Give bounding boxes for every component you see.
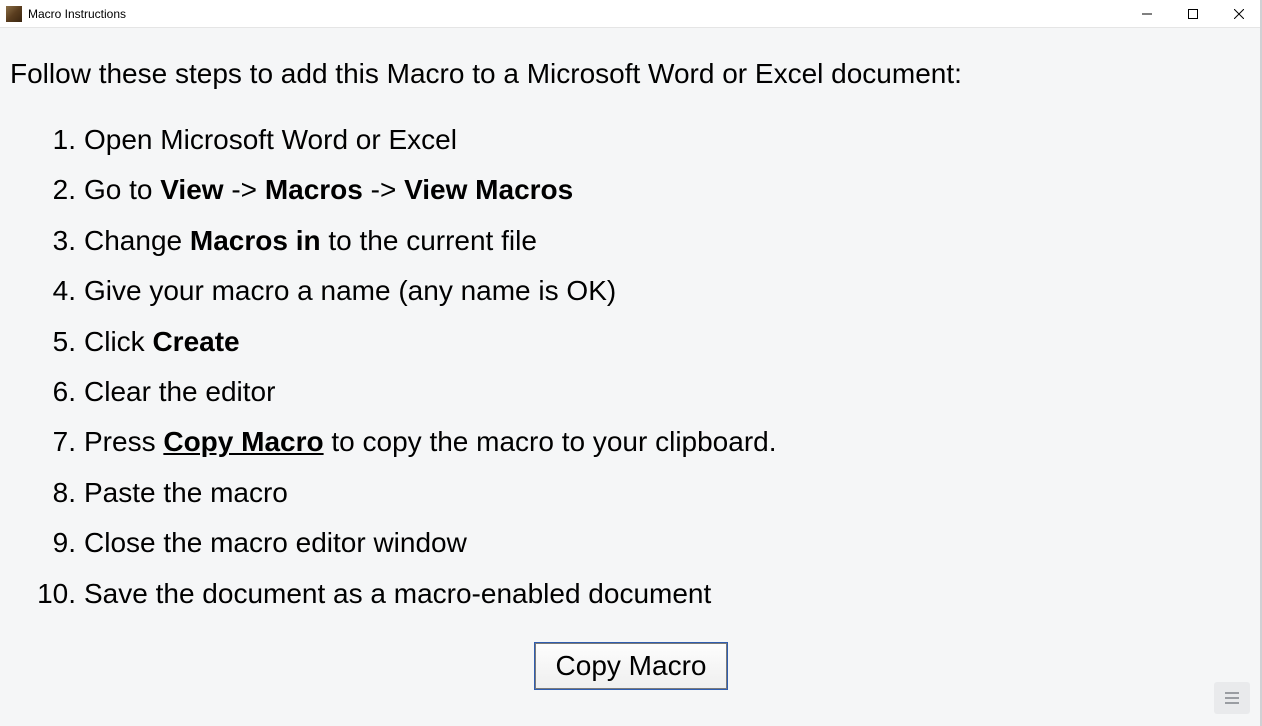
step-item: Change Macros in to the current file: [10, 216, 1252, 266]
step-item: Press Copy Macro to copy the macro to yo…: [10, 417, 1252, 467]
step-item: Close the macro editor window: [10, 518, 1252, 568]
steps-list: Open Microsoft Word or Excel Go to View …: [10, 115, 1252, 619]
intro-text: Follow these steps to add this Macro to …: [10, 56, 1252, 91]
copy-macro-button[interactable]: Copy Macro: [535, 643, 728, 689]
step-item: Give your macro a name (any name is OK): [10, 266, 1252, 316]
window-title: Macro Instructions: [28, 7, 1124, 21]
step-item: Open Microsoft Word or Excel: [10, 115, 1252, 165]
window-controls: [1124, 0, 1262, 27]
window-titlebar: Macro Instructions: [0, 0, 1262, 28]
maximize-button[interactable]: [1170, 0, 1216, 27]
step-item: Click Create: [10, 317, 1252, 367]
hamburger-icon: [1225, 692, 1239, 704]
step-item: Go to View -> Macros -> View Macros: [10, 165, 1252, 215]
minimize-button[interactable]: [1124, 0, 1170, 27]
button-row: Copy Macro: [10, 643, 1252, 689]
step-item: Paste the macro: [10, 468, 1252, 518]
hamburger-menu-icon[interactable]: [1214, 682, 1250, 714]
step-item: Save the document as a macro-enabled doc…: [10, 569, 1252, 619]
step-item: Clear the editor: [10, 367, 1252, 417]
app-icon: [6, 6, 22, 22]
content-area: Follow these steps to add this Macro to …: [0, 28, 1262, 699]
close-button[interactable]: [1216, 0, 1262, 27]
